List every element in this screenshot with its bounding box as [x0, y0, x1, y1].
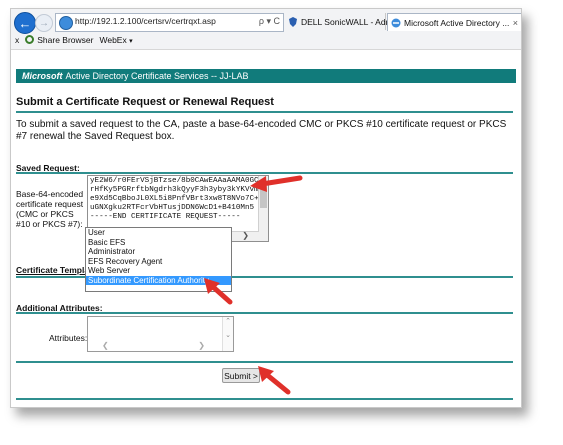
back-arrow-icon: ← [18, 15, 32, 31]
browser-chrome: ← → http://192.1.2.100/certsrv/certrqxt.… [11, 9, 521, 50]
share-browser-icon [25, 35, 35, 44]
divider [16, 361, 513, 363]
template-option-subordinate-ca[interactable]: Subordinate Certification Authority [86, 275, 231, 285]
scroll-down-icon[interactable]: ⌄ [223, 331, 233, 339]
saved-request-label: Base-64-encoded certificate request (CMC… [16, 189, 84, 229]
tab-active-directory[interactable]: Microsoft Active Directory ... × [387, 13, 521, 31]
share-browser-label: Share Browser [37, 35, 94, 45]
command-bar: x Share Browser WebEx ▾ [11, 32, 521, 48]
scroll-up-icon[interactable]: ⌃ [223, 317, 233, 325]
attributes-label: Attributes: [49, 333, 88, 343]
tab-sonicwall[interactable]: DELL SonicWALL - Administrat... [285, 13, 425, 30]
scroll-right-icon[interactable]: ❯ [242, 231, 249, 240]
scrollbar-thumb[interactable] [260, 186, 267, 208]
tab-label: Microsoft Active Directory ... [404, 17, 510, 28]
forward-arrow-icon: → [39, 17, 49, 29]
scroll-right-icon[interactable]: ❯ [198, 341, 205, 350]
certificate-template-dropdown[interactable]: User Basic EFS Administrator EFS Recover… [85, 227, 232, 292]
webex-label: WebEx [99, 35, 127, 45]
divider [16, 312, 513, 314]
screenshot-frame: ← → http://192.1.2.100/certsrv/certrqxt.… [10, 8, 522, 408]
template-option-user[interactable]: User [86, 228, 231, 238]
ie-page-icon [391, 18, 401, 27]
attributes-textarea[interactable]: ⌃ ⌄ ❮ ❯ [87, 316, 234, 352]
back-button[interactable]: ← [14, 12, 36, 34]
forward-button[interactable]: → [35, 14, 53, 32]
submit-button[interactable]: Submit > [222, 368, 260, 383]
header-banner: Microsoft Active Directory Certificate S… [16, 69, 516, 83]
address-controls[interactable]: ρ ▾ C [259, 16, 280, 27]
intro-text: To submit a saved request to the CA, pas… [16, 119, 507, 142]
address-bar[interactable]: http://192.1.2.100/certsrv/certrqxt.asp … [55, 13, 284, 32]
saved-request-text[interactable]: yE2W6/r0FErVSjBTzse/8b0CAwEAAaAAMA0GCSqG… [88, 176, 268, 223]
template-option-basic-efs[interactable]: Basic EFS [86, 238, 231, 248]
share-browser-button[interactable]: Share Browser [25, 35, 93, 45]
textarea-vertical-scrollbar[interactable] [258, 176, 268, 241]
template-option-administrator[interactable]: Administrator [86, 247, 231, 257]
webex-menu[interactable]: WebEx ▾ [99, 35, 132, 45]
command-bar-close-icon[interactable]: x [15, 35, 19, 45]
banner-title: Active Directory Certificate Services --… [65, 71, 249, 81]
template-option-efs-recovery-agent[interactable]: EFS Recovery Agent [86, 257, 231, 267]
scroll-left-icon[interactable]: ❮ [102, 341, 109, 350]
tab-close-icon[interactable]: × [513, 18, 518, 28]
page-title: Submit a Certificate Request or Renewal … [16, 96, 274, 108]
site-favicon-icon [59, 16, 73, 30]
page-content: Microsoft Active Directory Certificate S… [11, 50, 521, 407]
divider [16, 398, 513, 400]
textarea-horizontal-scrollbar[interactable]: ❮ ❯ [88, 341, 223, 351]
microsoft-brand: Microsoft [22, 71, 63, 81]
template-option-web-server[interactable]: Web Server [86, 266, 231, 276]
divider [16, 172, 513, 174]
shield-icon [289, 16, 297, 27]
address-url[interactable]: http://192.1.2.100/certsrv/certrqxt.asp [75, 16, 216, 26]
chevron-down-icon: ▾ [129, 38, 133, 45]
textarea-vertical-scrollbar[interactable]: ⌃ ⌄ [222, 317, 233, 351]
divider [16, 111, 513, 113]
